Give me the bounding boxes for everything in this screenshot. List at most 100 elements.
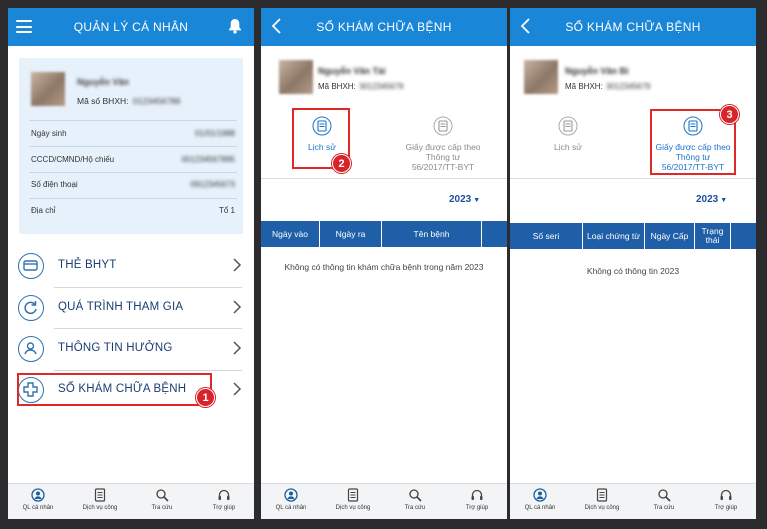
profile-card: Nguyễn Văn Mã số BHXH: 0123456789 Ngày s… — [19, 58, 243, 234]
info-label: Ngày sinh — [31, 129, 67, 138]
column-header: Ngày vào — [261, 221, 320, 247]
menu-item-benefit-info[interactable]: THÔNG TIN HƯỞNG — [18, 329, 242, 369]
tab-label: QL cá nhân — [22, 505, 54, 511]
tab-personal[interactable]: QL cá nhân — [263, 488, 319, 511]
info-value: 01/01/1988 — [194, 129, 235, 138]
tab-label: Trợ giúp — [212, 505, 236, 511]
tab-personal[interactable]: QL cá nhân — [512, 488, 568, 511]
app-header: SỔ KHÁM CHỮA BỆNH — [510, 8, 756, 46]
personal-management-screen: QUẢN LÝ CÁ NHÂN Nguyễn Văn Mã số BHXH: 0… — [8, 8, 254, 519]
info-value: 0912345673 — [190, 180, 236, 189]
user-name: Nguyễn Văn Tài — [318, 66, 386, 76]
tab-label: Tra cứu — [151, 505, 173, 511]
divider — [510, 178, 756, 179]
column-header: Số seri — [510, 223, 583, 249]
tab-label: Dịch vụ công — [335, 505, 371, 511]
tab-public-services[interactable]: Dịch vụ công — [72, 488, 128, 511]
highlight-box — [17, 373, 212, 406]
tab-help[interactable]: Trợ giúp — [698, 488, 754, 511]
search-icon — [156, 489, 169, 502]
menu-item-bhyt-card[interactable]: THẺ BHYT — [18, 246, 242, 286]
column-header: Trạng thái — [695, 223, 731, 249]
page-title: SỔ KHÁM CHỮA BỆNH — [316, 20, 452, 34]
year-value: 2023 — [696, 194, 719, 205]
tab-label: Tra cứu — [404, 505, 426, 511]
page-title: SỔ KHÁM CHỮA BỆNH — [565, 20, 701, 34]
person-circle-icon — [533, 488, 547, 502]
step-badge: 3 — [720, 105, 739, 124]
column-header: Ngày Cấp — [645, 223, 695, 249]
document-icon — [347, 488, 359, 502]
chevron-right-icon — [233, 300, 242, 314]
column-header: Tên bệnh — [382, 221, 482, 247]
user-name: Nguyễn Văn — [77, 77, 130, 87]
avatar — [524, 60, 558, 94]
chevron-right-icon — [233, 341, 242, 355]
step-badge: 1 — [196, 388, 215, 407]
bhxh-value: 3012345679 — [359, 82, 404, 91]
headset-icon — [720, 489, 732, 500]
bhxh-value: 3012345679 — [606, 82, 651, 91]
option-label: Giấy được cấp theo Thông tư 56/2017/TT-B… — [405, 142, 481, 172]
tab-label: QL cá nhân — [524, 505, 556, 511]
divider — [29, 120, 237, 121]
chevron-right-icon — [233, 258, 242, 272]
menu-item-participation-history[interactable]: QUÁ TRÌNH THAM GIA — [18, 288, 242, 328]
search-icon — [409, 489, 422, 502]
document-icon — [94, 488, 106, 502]
tab-public-services[interactable]: Dịch vụ công — [325, 488, 381, 511]
bottom-tab-bar: QL cá nhân Dịch vụ công Tra cứu Trợ giúp — [8, 483, 254, 519]
tab-lookup[interactable]: Tra cứu — [387, 488, 443, 511]
person-circle-icon — [31, 488, 45, 502]
medical-record-history-screen: SỔ KHÁM CHỮA BỆNH Nguyễn Văn Tài Mã BHXH… — [261, 8, 507, 519]
table-header: Ngày vào Ngày ra Tên bệnh — [261, 221, 507, 247]
avatar — [31, 72, 65, 106]
app-header: QUẢN LÝ CÁ NHÂN — [8, 8, 254, 46]
tab-help[interactable]: Trợ giúp — [196, 488, 252, 511]
empty-message: Không có thông tin 2023 — [586, 266, 680, 276]
medical-record-certificate-screen: SỔ KHÁM CHỮA BỆNH Nguyễn Văn Bi Mã BHXH:… — [510, 8, 756, 519]
tab-public-services[interactable]: Dịch vụ công — [574, 488, 630, 511]
menu-label: QUÁ TRÌNH THAM GIA — [58, 301, 184, 313]
tab-label: Trợ giúp — [465, 505, 489, 511]
document-icon — [558, 116, 578, 136]
info-value: 001234567895 — [181, 155, 235, 164]
year-value: 2023 — [449, 194, 472, 205]
tab-lookup[interactable]: Tra cứu — [636, 488, 692, 511]
table-header: Số seri Loại chứng từ Ngày Cấp Trạng thá… — [510, 223, 756, 249]
page-title: QUẢN LÝ CÁ NHÂN — [73, 20, 189, 34]
year-selector[interactable]: 2023 ▼ — [449, 194, 480, 205]
chevron-right-icon — [233, 382, 242, 396]
search-icon — [658, 489, 671, 502]
column-header: Ngày ra — [320, 221, 382, 247]
year-selector[interactable]: 2023 ▼ — [696, 194, 727, 205]
headset-icon — [471, 489, 483, 500]
document-icon — [596, 488, 608, 502]
tab-lookup[interactable]: Tra cứu — [134, 488, 190, 511]
document-icon — [433, 116, 453, 136]
tab-help[interactable]: Trợ giúp — [449, 488, 505, 511]
tab-personal[interactable]: QL cá nhân — [10, 488, 66, 511]
info-label: Địa chỉ — [31, 206, 56, 215]
option-history[interactable]: Lịch sử — [540, 116, 596, 152]
bhxh-label: Mã BHXH: — [318, 82, 356, 91]
column-header: Loại chứng từ — [583, 223, 645, 249]
bhxh-label: Mã số BHXH: — [77, 96, 129, 106]
tab-label: Trợ giúp — [714, 505, 738, 511]
info-label: Số điện thoại — [31, 180, 78, 189]
bell-icon[interactable] — [228, 18, 242, 34]
info-label: CCCD/CMND/Hộ chiếu — [31, 155, 115, 164]
avatar — [279, 60, 313, 94]
bhxh-label: Mã BHXH: — [565, 82, 603, 91]
tab-label: Dịch vụ công — [584, 505, 620, 511]
tab-label: Dịch vụ công — [82, 505, 118, 511]
headset-icon — [218, 489, 230, 500]
divider — [261, 178, 507, 179]
card-icon — [18, 253, 44, 279]
option-certificate[interactable]: Giấy được cấp theo Thông tư 56/2017/TT-B… — [405, 116, 481, 172]
user-icon — [18, 336, 44, 362]
caret-down-icon: ▼ — [718, 197, 728, 204]
caret-down-icon: ▼ — [471, 197, 481, 204]
tab-label: Tra cứu — [653, 505, 675, 511]
app-header: SỔ KHÁM CHỮA BỆNH — [261, 8, 507, 46]
